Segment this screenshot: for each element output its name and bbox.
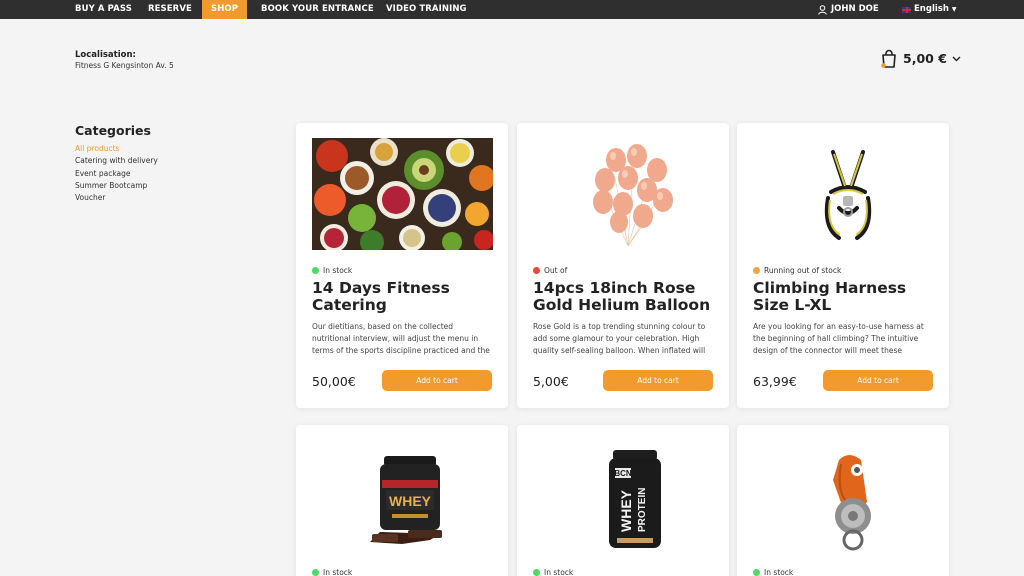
- top-navigation: BUY A PASS RESERVE SHOP BOOK YOUR ENTRAN…: [0, 0, 1024, 19]
- climbing-harness-image: [753, 138, 934, 250]
- product-title[interactable]: 14 Days Fitness Catering: [312, 280, 497, 314]
- whey-protein-tub-image: WHEY: [312, 440, 493, 552]
- product-card[interactable]: Running out of stock Climbing Harness Si…: [737, 123, 949, 408]
- product-price: 50,00€: [312, 374, 356, 389]
- stock-label: Running out of stock: [764, 266, 842, 275]
- user-icon: [818, 4, 827, 15]
- nav-video-training[interactable]: VIDEO TRAINING: [386, 0, 467, 19]
- stock-label: In stock: [323, 568, 353, 576]
- nav-shop[interactable]: SHOP: [202, 0, 248, 19]
- svg-text:PROTEIN: PROTEIN: [637, 488, 648, 532]
- cart-total: 5,00 €: [903, 51, 947, 66]
- stock-label: Out of: [544, 266, 568, 275]
- stock-label: In stock: [764, 568, 794, 576]
- localisation-value: Fitness G Kengsinton Av. 5: [75, 61, 174, 70]
- shopping-bag-icon: [881, 49, 896, 68]
- product-card[interactable]: WHEY In stock: [296, 425, 508, 576]
- user-menu[interactable]: JOHN DOE: [818, 0, 879, 19]
- add-to-cart-button[interactable]: Add to cart: [603, 370, 713, 391]
- product-card[interactable]: In stock: [737, 425, 949, 576]
- stock-status: In stock: [312, 266, 352, 275]
- cart-summary[interactable]: 5,00 €: [880, 49, 961, 68]
- balloons-image: [533, 138, 714, 250]
- caret-down-icon: ▼: [951, 6, 957, 13]
- language-selector[interactable]: English ▼: [902, 0, 957, 19]
- product-price: 5,00€: [533, 374, 569, 389]
- stock-status: Out of: [533, 266, 567, 275]
- running-out-dot-icon: [753, 267, 760, 274]
- in-stock-dot-icon: [753, 569, 760, 576]
- localisation-label: Localisation:: [75, 50, 136, 60]
- stock-status: In stock: [533, 568, 573, 576]
- product-title[interactable]: Climbing Harness Size L-XL: [753, 280, 938, 314]
- add-to-cart-button[interactable]: Add to cart: [382, 370, 492, 391]
- nav-reserve[interactable]: RESERVE: [148, 0, 192, 19]
- stock-status: Running out of stock: [753, 266, 841, 275]
- product-description: Rose Gold is a top trending stunning col…: [533, 322, 706, 355]
- product-description: Are you looking for an easy-to-use harne…: [753, 322, 924, 355]
- category-summer-bootcamp[interactable]: Summer Bootcamp: [75, 180, 158, 192]
- chevron-down-icon: [952, 56, 961, 61]
- stock-status: In stock: [312, 568, 352, 576]
- category-voucher[interactable]: Voucher: [75, 192, 158, 204]
- nav-buy-a-pass[interactable]: BUY A PASS: [75, 0, 132, 19]
- categories-title: Categories: [75, 123, 151, 138]
- category-all-products[interactable]: All products: [75, 143, 158, 155]
- bcn-whey-protein-image: BCN WHEY PROTEIN: [533, 440, 714, 552]
- nav-book-your-entrance[interactable]: BOOK YOUR ENTRANCE: [261, 0, 374, 19]
- categories-list: All products Catering with delivery Even…: [75, 143, 158, 204]
- in-stock-dot-icon: [312, 569, 319, 576]
- add-to-cart-button[interactable]: Add to cart: [823, 370, 933, 391]
- product-title[interactable]: 14pcs 18inch Rose Gold Helium Balloon: [533, 280, 718, 314]
- product-card[interactable]: Out of 14pcs 18inch Rose Gold Helium Bal…: [517, 123, 729, 408]
- svg-text:BCN: BCN: [614, 469, 632, 478]
- stock-label: In stock: [544, 568, 574, 576]
- category-event-package[interactable]: Event package: [75, 168, 158, 180]
- product-card[interactable]: BCN WHEY PROTEIN In stock: [517, 425, 729, 576]
- stock-status: In stock: [753, 568, 793, 576]
- category-catering-with-delivery[interactable]: Catering with delivery: [75, 155, 158, 167]
- out-of-stock-dot-icon: [533, 267, 540, 274]
- stock-label: In stock: [323, 266, 353, 275]
- product-description: Our dietitians, based on the collected n…: [312, 322, 490, 355]
- climbing-pulley-image: [753, 440, 934, 552]
- svg-text:WHEY: WHEY: [618, 489, 634, 532]
- user-name: JOHN DOE: [831, 4, 879, 14]
- healthy-food-image: [312, 138, 493, 250]
- in-stock-dot-icon: [533, 569, 540, 576]
- in-stock-dot-icon: [312, 267, 319, 274]
- product-card[interactable]: In stock 14 Days Fitness Catering Our di…: [296, 123, 508, 408]
- language-label: English: [914, 4, 949, 14]
- svg-text:WHEY: WHEY: [389, 493, 432, 509]
- uk-flag-icon: [902, 6, 911, 13]
- product-price: 63,99€: [753, 374, 797, 389]
